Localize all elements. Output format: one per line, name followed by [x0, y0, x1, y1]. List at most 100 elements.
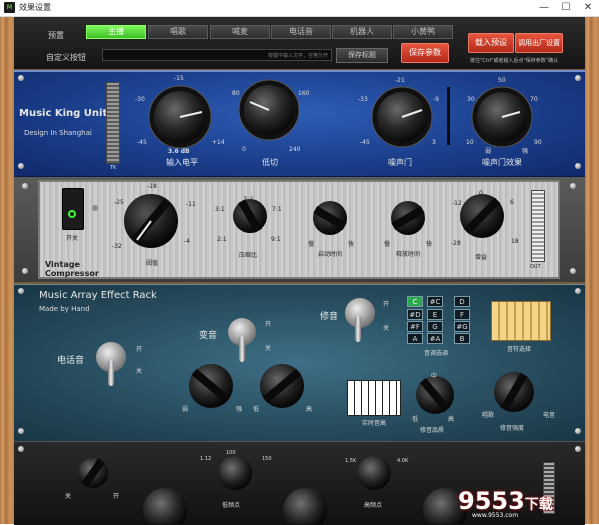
knob4-scale-top: 50 — [498, 77, 506, 84]
phone-off-label: 关 — [136, 368, 143, 375]
pitch-level-high: 高 — [306, 406, 313, 413]
tab-preset-5[interactable]: 小黄鸭 — [393, 25, 453, 39]
knob1-scale-top: -15 — [174, 75, 184, 82]
power-switch[interactable] — [62, 188, 84, 230]
threshold-knob[interactable] — [124, 194, 178, 248]
eq-switch-on: 开 — [113, 493, 120, 500]
gain-label: 增益 — [475, 254, 488, 261]
phone-on-label: 开 — [136, 346, 143, 353]
low-freq-scale-3: 1.12 — [200, 456, 212, 462]
low-cut-knob[interactable] — [238, 79, 300, 141]
attack-knob[interactable] — [313, 201, 347, 235]
high-frequency-knob[interactable] — [357, 456, 391, 490]
release-knob[interactable] — [391, 201, 425, 235]
tune-toggle-lever[interactable] — [355, 316, 361, 342]
high-freq-scale-2: 4.0K — [397, 458, 409, 464]
note-e-button[interactable]: E — [427, 309, 443, 320]
note-g-button[interactable]: G — [427, 321, 443, 332]
window-title: 效果设置 — [19, 3, 51, 12]
threshold-label: 阈值 — [146, 260, 159, 267]
strength-singing: 唱歌 — [482, 412, 495, 419]
screw — [18, 288, 24, 294]
scale-select-keys-icon[interactable] — [491, 301, 551, 341]
custom-button-label: 自定义按钮 — [46, 53, 86, 62]
gain-scale-br: 18 — [511, 238, 519, 245]
input-level-label: 输入电平 — [166, 158, 198, 167]
pitch-on-label: 开 — [265, 321, 272, 328]
tab-preset-0[interactable]: 主播 — [86, 25, 146, 39]
pitch-toggle-lever[interactable] — [239, 336, 245, 362]
release-label: 释放时间 — [396, 251, 421, 258]
hint-text: 按住"Ctrl"或者输入后点"保存参数"确认 — [470, 58, 559, 64]
gain-knob[interactable] — [460, 194, 504, 238]
output-meter-label: OUT — [530, 264, 541, 270]
tab-preset-3[interactable]: 电话音 — [271, 25, 331, 39]
compressor-brand-line2: Compressor — [45, 269, 99, 278]
low-frequency-knob[interactable] — [218, 456, 252, 490]
gain-scale-bl: -28 — [451, 240, 461, 247]
knob1-scale-bottom-left: -45 — [137, 139, 147, 146]
watermark-url: www.9553.com — [472, 512, 519, 519]
noise-gate-label: 噪声门 — [388, 158, 412, 167]
meter-label: TK — [110, 165, 117, 171]
tab-preset-1[interactable]: 唱歌 — [148, 25, 208, 39]
tab-preset-2[interactable]: 喊麦 — [210, 25, 270, 39]
scale-select-label: 音符选择 — [507, 346, 532, 353]
input-level-knob[interactable] — [148, 85, 212, 149]
knob1-scale-bottom-right: +14 — [212, 139, 225, 146]
knob3-scale-top: -21 — [395, 77, 405, 84]
load-preset-button[interactable]: 载入预设 — [468, 33, 514, 53]
knob3-scale-right: -9 — [433, 96, 439, 103]
tab-preset-4[interactable]: 机器人 — [332, 25, 392, 39]
knob3-scale-left: -33 — [358, 96, 368, 103]
pitch-change-label: 变音 — [199, 331, 218, 341]
note-a-button[interactable]: A — [407, 333, 423, 344]
note-c-button[interactable]: C — [407, 296, 423, 307]
eq-gain-knob-1[interactable] — [143, 488, 187, 524]
phone-effect-label: 电话音 — [57, 356, 85, 366]
note-b-button[interactable]: B — [454, 333, 470, 344]
ratio-scale-top: 5:1 — [244, 196, 254, 203]
note-gsharp-button[interactable]: #G — [454, 321, 470, 332]
factory-reset-button[interactable]: 调用出厂设置 — [515, 33, 563, 53]
close-button[interactable]: ✕ — [577, 0, 599, 16]
pitch-strength-knob[interactable] — [189, 364, 233, 408]
title-bar — [0, 0, 599, 17]
low-freq-scale-2: 150 — [262, 456, 272, 462]
screw — [575, 446, 581, 452]
ratio-label: 压缩比 — [239, 252, 258, 259]
minimize-button[interactable]: — — [533, 0, 555, 16]
note-asharp-button[interactable]: #A — [427, 333, 443, 344]
noise-gate-effect-knob[interactable] — [471, 86, 533, 148]
tune-strength-label: 修音强度 — [500, 425, 525, 432]
note-csharp-button[interactable]: #C — [427, 296, 443, 307]
quality-high: 高 — [448, 416, 455, 423]
tune-quality-knob[interactable] — [416, 376, 454, 414]
compressor-brand-line1: Vintage — [45, 260, 80, 269]
ratio-knob[interactable] — [233, 199, 267, 233]
noise-gate-effect-label: 噪声门效果 — [482, 158, 522, 167]
phone-toggle-lever[interactable] — [108, 360, 114, 386]
noise-gate-knob[interactable] — [371, 86, 433, 148]
save-title-button[interactable]: 保存标题 — [336, 48, 388, 63]
tune-strength-knob[interactable] — [494, 372, 534, 412]
power-led — [92, 205, 98, 211]
ratio-scale-left: 3:1 — [215, 206, 225, 213]
note-d-button[interactable]: D — [454, 296, 470, 307]
screw — [575, 428, 581, 434]
attack-label: 启动时间 — [318, 251, 343, 258]
note-dsharp-button[interactable]: #D — [407, 309, 423, 320]
eq-gain-knob-2[interactable] — [283, 488, 327, 524]
pitch-level-knob[interactable] — [260, 364, 304, 408]
save-params-button[interactable]: 保存参数 — [401, 43, 449, 63]
preset-label: 预置 — [48, 31, 64, 40]
note-fsharp-button[interactable]: #F — [407, 321, 423, 332]
ratio-scale-right: 7:1 — [272, 206, 282, 213]
rack3-subtitle: Made by Hand — [39, 305, 90, 313]
eq-power-switch[interactable] — [78, 458, 108, 488]
tune-label: 修音 — [320, 312, 339, 322]
custom-button-input[interactable]: 按键中输入文字，空格分开 — [102, 49, 332, 61]
maximize-button[interactable]: ☐ — [555, 0, 577, 16]
note-f-button[interactable]: F — [454, 309, 470, 320]
tune-off-label: 关 — [383, 325, 390, 332]
